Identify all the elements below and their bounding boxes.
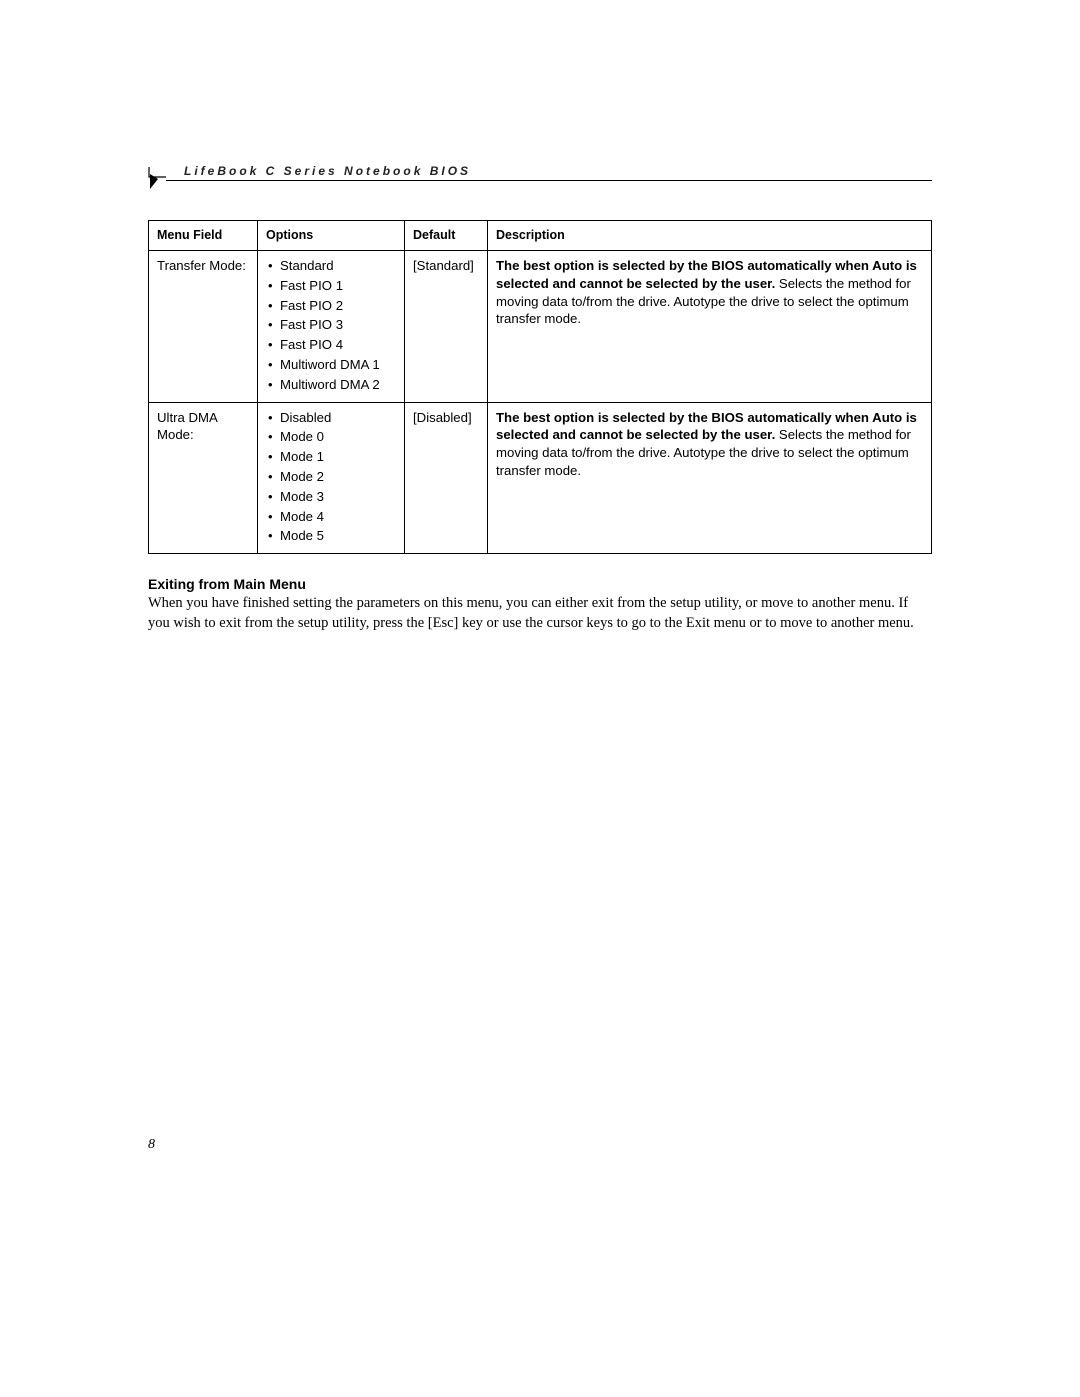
section-heading: Exiting from Main Menu	[148, 576, 932, 592]
option-item: Disabled	[280, 409, 396, 429]
option-item: Fast PIO 4	[280, 336, 396, 356]
option-item: Mode 4	[280, 508, 396, 528]
cell-default: [Standard]	[405, 250, 488, 402]
cell-default: [Disabled]	[405, 402, 488, 554]
page-content: LifeBook C Series Notebook BIOS Menu Fie…	[148, 164, 932, 633]
col-header-description: Description	[488, 221, 932, 251]
page-number: 8	[148, 1137, 155, 1153]
page-header: LifeBook C Series Notebook BIOS	[148, 164, 932, 192]
cell-menu-field: Ultra DMA Mode:	[149, 402, 258, 554]
option-item: Standard	[280, 257, 396, 277]
option-item: Fast PIO 2	[280, 297, 396, 317]
option-item: Fast PIO 1	[280, 277, 396, 297]
option-item: Mode 5	[280, 527, 396, 547]
cell-menu-field: Transfer Mode:	[149, 250, 258, 402]
option-item: Mode 0	[280, 428, 396, 448]
col-header-options: Options	[258, 221, 405, 251]
option-item: Mode 2	[280, 468, 396, 488]
col-header-menu-field: Menu Field	[149, 221, 258, 251]
col-header-default: Default	[405, 221, 488, 251]
header-rule	[166, 180, 932, 181]
option-item: Multiword DMA 1	[280, 356, 396, 376]
table-row: Transfer Mode: Standard Fast PIO 1 Fast …	[149, 250, 932, 402]
bios-settings-table: Menu Field Options Default Description T…	[148, 220, 932, 554]
option-item: Fast PIO 3	[280, 316, 396, 336]
header-title: LifeBook C Series Notebook BIOS	[184, 164, 471, 178]
cell-description: The best option is selected by the BIOS …	[488, 250, 932, 402]
option-item: Multiword DMA 2	[280, 376, 396, 396]
option-item: Mode 3	[280, 488, 396, 508]
table-header-row: Menu Field Options Default Description	[149, 221, 932, 251]
header-corner-icon	[148, 167, 168, 191]
cell-description: The best option is selected by the BIOS …	[488, 402, 932, 554]
section-body: When you have finished setting the param…	[148, 594, 932, 633]
table-row: Ultra DMA Mode: Disabled Mode 0 Mode 1 M…	[149, 402, 932, 554]
option-item: Mode 1	[280, 448, 396, 468]
cell-options: Standard Fast PIO 1 Fast PIO 2 Fast PIO …	[258, 250, 405, 402]
cell-options: Disabled Mode 0 Mode 1 Mode 2 Mode 3 Mod…	[258, 402, 405, 554]
